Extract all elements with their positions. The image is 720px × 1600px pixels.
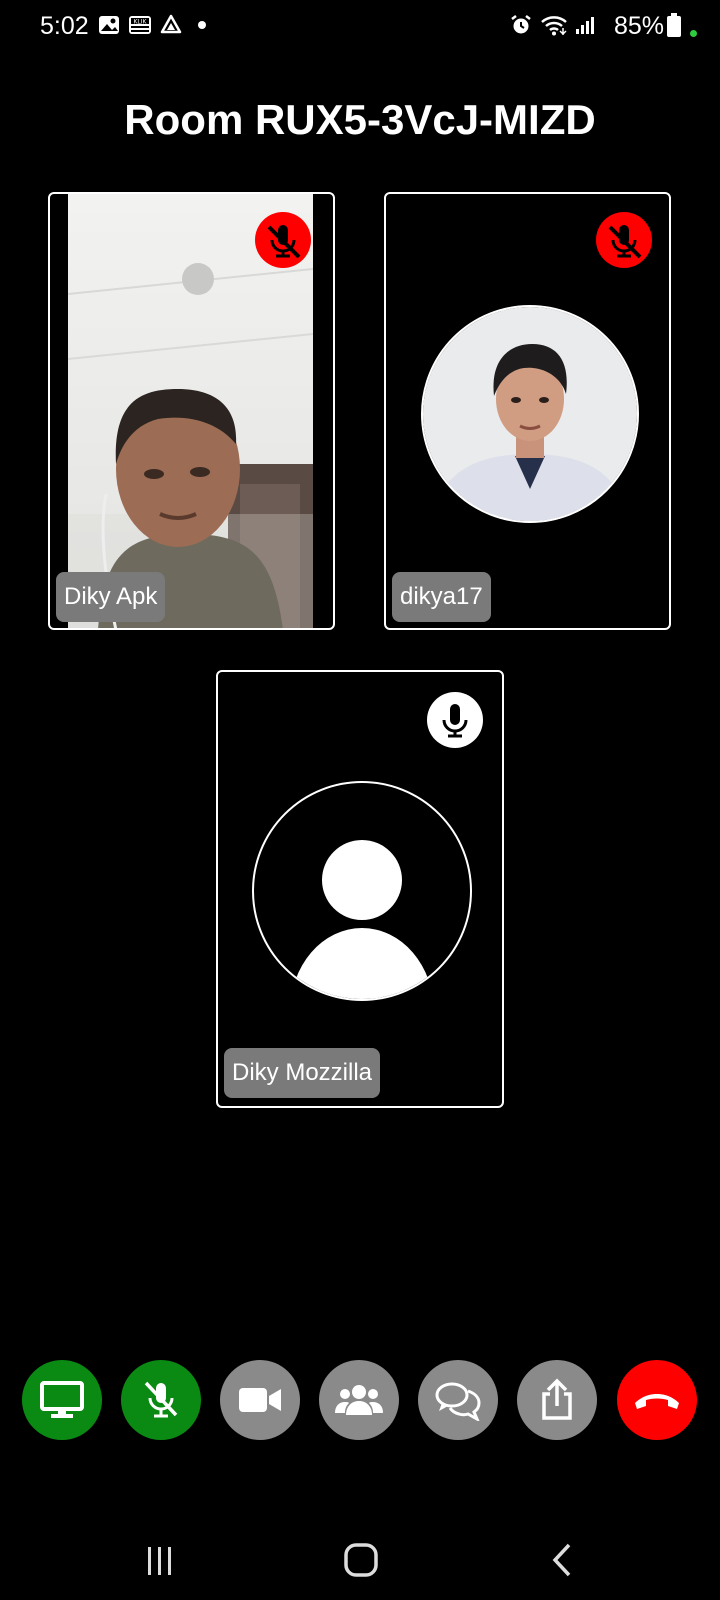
svg-text:KLIK: KLIK: [134, 19, 148, 26]
share-icon: [542, 1378, 572, 1420]
dot-icon: [198, 21, 206, 29]
home-button[interactable]: [331, 1530, 391, 1590]
chat-button[interactable]: [418, 1360, 498, 1440]
battery-icon: [667, 13, 681, 37]
participant-tile[interactable]: Diky Apk: [48, 192, 335, 630]
participant-tile[interactable]: dikya17: [384, 192, 671, 630]
avatar-photo: [421, 305, 639, 523]
end-call-button[interactable]: [617, 1360, 697, 1440]
mic-off-icon: [608, 225, 642, 259]
back-icon: [552, 1543, 571, 1577]
mic-muted-badge: [596, 212, 652, 268]
status-time: 5:02: [40, 12, 89, 40]
recent-apps-icon: [148, 1547, 171, 1575]
screen-share-button[interactable]: [22, 1360, 102, 1440]
klik-icon: KLIK: [129, 16, 151, 34]
recent-apps-button[interactable]: [130, 1530, 190, 1590]
participant-name-tag: Diky Apk: [56, 572, 166, 622]
mic-icon: [442, 704, 468, 738]
signal-icon: [576, 17, 594, 34]
participant-name-tag: Diky Mozzilla: [224, 1048, 381, 1098]
share-button[interactable]: [517, 1360, 597, 1440]
participant-tile[interactable]: Diky Mozzilla: [216, 670, 504, 1108]
room-title: Room RUX5-3VcJ-MIZD: [124, 96, 596, 143]
hang-up-icon: [635, 1394, 679, 1409]
video-camera-icon: [239, 1388, 281, 1412]
privacy-indicator-dot: [690, 30, 697, 37]
mic-active-badge: [427, 692, 483, 748]
participant-name-tag: dikya17: [392, 572, 491, 622]
mic-muted-badge: [255, 212, 311, 268]
mic-toggle-button[interactable]: [121, 1360, 201, 1440]
monitor-icon: [40, 1381, 84, 1418]
participants-button[interactable]: [319, 1360, 399, 1440]
home-icon: [344, 1543, 378, 1577]
mic-off-icon: [144, 1381, 178, 1418]
camera-toggle-button[interactable]: [220, 1360, 300, 1440]
chat-icon: [435, 1382, 481, 1421]
battery-percentage: 85%: [614, 12, 665, 40]
alarm-icon: [511, 15, 531, 34]
gallery-icon: [99, 16, 119, 34]
wifi-icon: [541, 16, 567, 36]
default-avatar-icon: [252, 781, 472, 1001]
back-button[interactable]: [533, 1530, 593, 1590]
mic-off-icon: [267, 225, 301, 259]
people-icon: [335, 1385, 383, 1415]
drive-icon: [160, 14, 182, 34]
